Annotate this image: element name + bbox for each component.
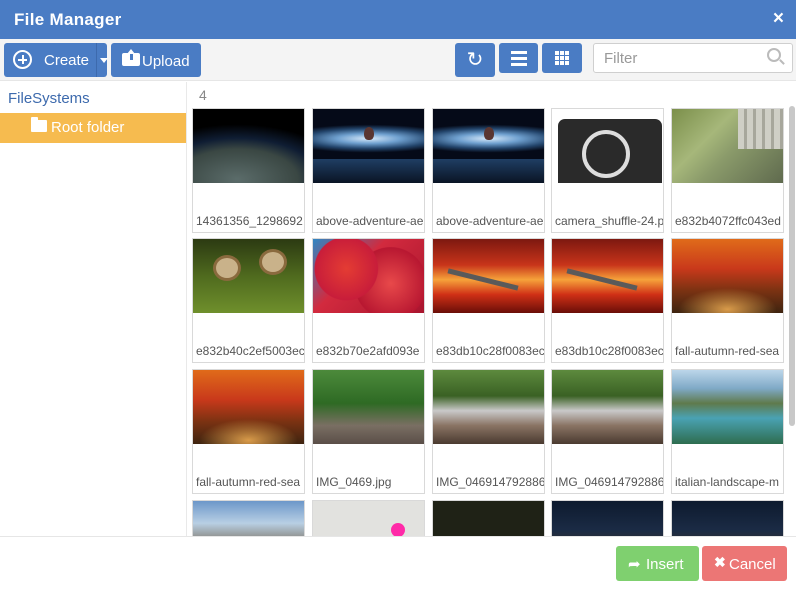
- upload-icon: [122, 49, 140, 66]
- file-name: IMG_0469.jpg: [316, 475, 392, 489]
- file-thumbnail: [672, 109, 783, 183]
- file-thumbnail: [313, 370, 424, 444]
- refresh-icon: ↻: [466, 49, 484, 71]
- file-tile[interactable]: 14361356_1298692: [192, 108, 305, 233]
- file-name: italian-landscape-m: [675, 475, 780, 489]
- file-tile[interactable]: above-adventure-ae: [312, 108, 425, 233]
- file-name: IMG_046914792886: [555, 475, 663, 489]
- file-thumbnail: [433, 239, 544, 313]
- file-name: camera_shuffle-24.p: [555, 214, 663, 228]
- file-tile[interactable]: e83db10c28f0083ec: [551, 238, 664, 363]
- grid-view-button[interactable]: [542, 43, 582, 73]
- file-thumbnail: [433, 501, 544, 536]
- file-name: 14361356_1298692: [196, 214, 303, 228]
- filesystems-heading[interactable]: FileSystems: [8, 90, 90, 107]
- file-tile[interactable]: above-adventure-ae: [432, 108, 545, 233]
- file-name: IMG_046914792886: [436, 475, 544, 489]
- file-thumbnail: [193, 109, 304, 183]
- file-name: above-adventure-ae: [316, 214, 424, 228]
- cancel-button-label: Cancel: [729, 556, 776, 573]
- file-tile[interactable]: camera_shuffle-24.p: [551, 108, 664, 233]
- file-thumbnail: [672, 370, 783, 444]
- scrollbar[interactable]: [789, 106, 795, 426]
- file-tile[interactable]: italian-landscape-m: [671, 369, 784, 494]
- create-divider: [96, 43, 97, 77]
- file-name: e832b40c2ef5003ec: [196, 344, 304, 358]
- file-thumbnail: [313, 109, 424, 183]
- create-button-label: Create: [44, 52, 90, 69]
- file-tile[interactable]: [671, 500, 784, 536]
- file-thumbnail: [193, 239, 304, 313]
- file-thumbnail: [313, 239, 424, 313]
- plus-circle-icon: [13, 50, 32, 69]
- file-name: e832b70e2afd093e: [316, 344, 420, 358]
- file-thumbnail: [552, 109, 663, 183]
- insert-button-label: Insert: [646, 556, 684, 573]
- sidebar-item-root-folder[interactable]: Root folder: [0, 113, 186, 143]
- x-icon: ✖: [714, 554, 726, 570]
- file-name: e83db10c28f0083ec: [555, 344, 663, 358]
- file-name: e83db10c28f0083ec: [436, 344, 544, 358]
- file-thumbnail: [672, 239, 783, 313]
- file-thumbnail: [313, 501, 424, 536]
- file-thumbnail: [552, 370, 663, 444]
- folder-icon: [31, 117, 47, 132]
- create-button[interactable]: Create: [4, 43, 108, 77]
- file-thumbnail: [193, 501, 304, 536]
- file-tile[interactable]: [432, 500, 545, 536]
- sidebar: FileSystems Root folder: [0, 82, 187, 536]
- file-tile[interactable]: e83db10c28f0083ec: [432, 238, 545, 363]
- file-tile[interactable]: [551, 500, 664, 536]
- file-thumbnail: [552, 239, 663, 313]
- file-tile[interactable]: [192, 500, 305, 536]
- file-tile[interactable]: e832b4072ffc043ed: [671, 108, 784, 233]
- filter-input[interactable]: [593, 43, 793, 73]
- share-arrow-icon: ➦: [628, 556, 641, 573]
- file-name: fall-autumn-red-sea: [675, 344, 780, 358]
- file-name: e832b4072ffc043ed: [675, 214, 781, 228]
- file-tile[interactable]: IMG_046914792886: [432, 369, 545, 494]
- search-icon: [767, 48, 781, 62]
- file-tile[interactable]: e832b70e2afd093e: [312, 238, 425, 363]
- file-thumbnail: [193, 370, 304, 444]
- file-name: above-adventure-ae: [436, 214, 544, 228]
- file-tile[interactable]: fall-autumn-red-sea: [671, 238, 784, 363]
- list-view-button[interactable]: [499, 43, 538, 73]
- file-tile[interactable]: [312, 500, 425, 536]
- refresh-button[interactable]: ↻: [455, 43, 495, 77]
- caret-down-icon[interactable]: [100, 58, 108, 63]
- file-grid-panel: 4 14361356_1298692 above-adventure-ae abov…: [188, 82, 796, 536]
- file-thumbnail: [433, 370, 544, 444]
- upload-button[interactable]: Upload: [111, 43, 201, 77]
- file-tile[interactable]: e832b40c2ef5003ec: [192, 238, 305, 363]
- file-name: fall-autumn-red-sea: [196, 475, 301, 489]
- insert-button[interactable]: ➦ Insert: [616, 546, 699, 581]
- file-thumbnail: [672, 501, 783, 536]
- file-tile[interactable]: IMG_0469.jpg: [312, 369, 425, 494]
- root-folder-label: Root folder: [51, 119, 125, 136]
- upload-button-label: Upload: [142, 53, 190, 70]
- file-tile[interactable]: IMG_046914792886: [551, 369, 664, 494]
- file-thumbnail: [433, 109, 544, 183]
- cancel-button[interactable]: ✖ Cancel: [702, 546, 787, 581]
- close-icon[interactable]: ×: [773, 8, 784, 30]
- file-thumbnail: [552, 501, 663, 536]
- window-title: File Manager: [14, 10, 122, 29]
- title-bar: File Manager ×: [0, 0, 796, 39]
- file-tile[interactable]: fall-autumn-red-sea: [192, 369, 305, 494]
- item-count: 4: [199, 87, 207, 103]
